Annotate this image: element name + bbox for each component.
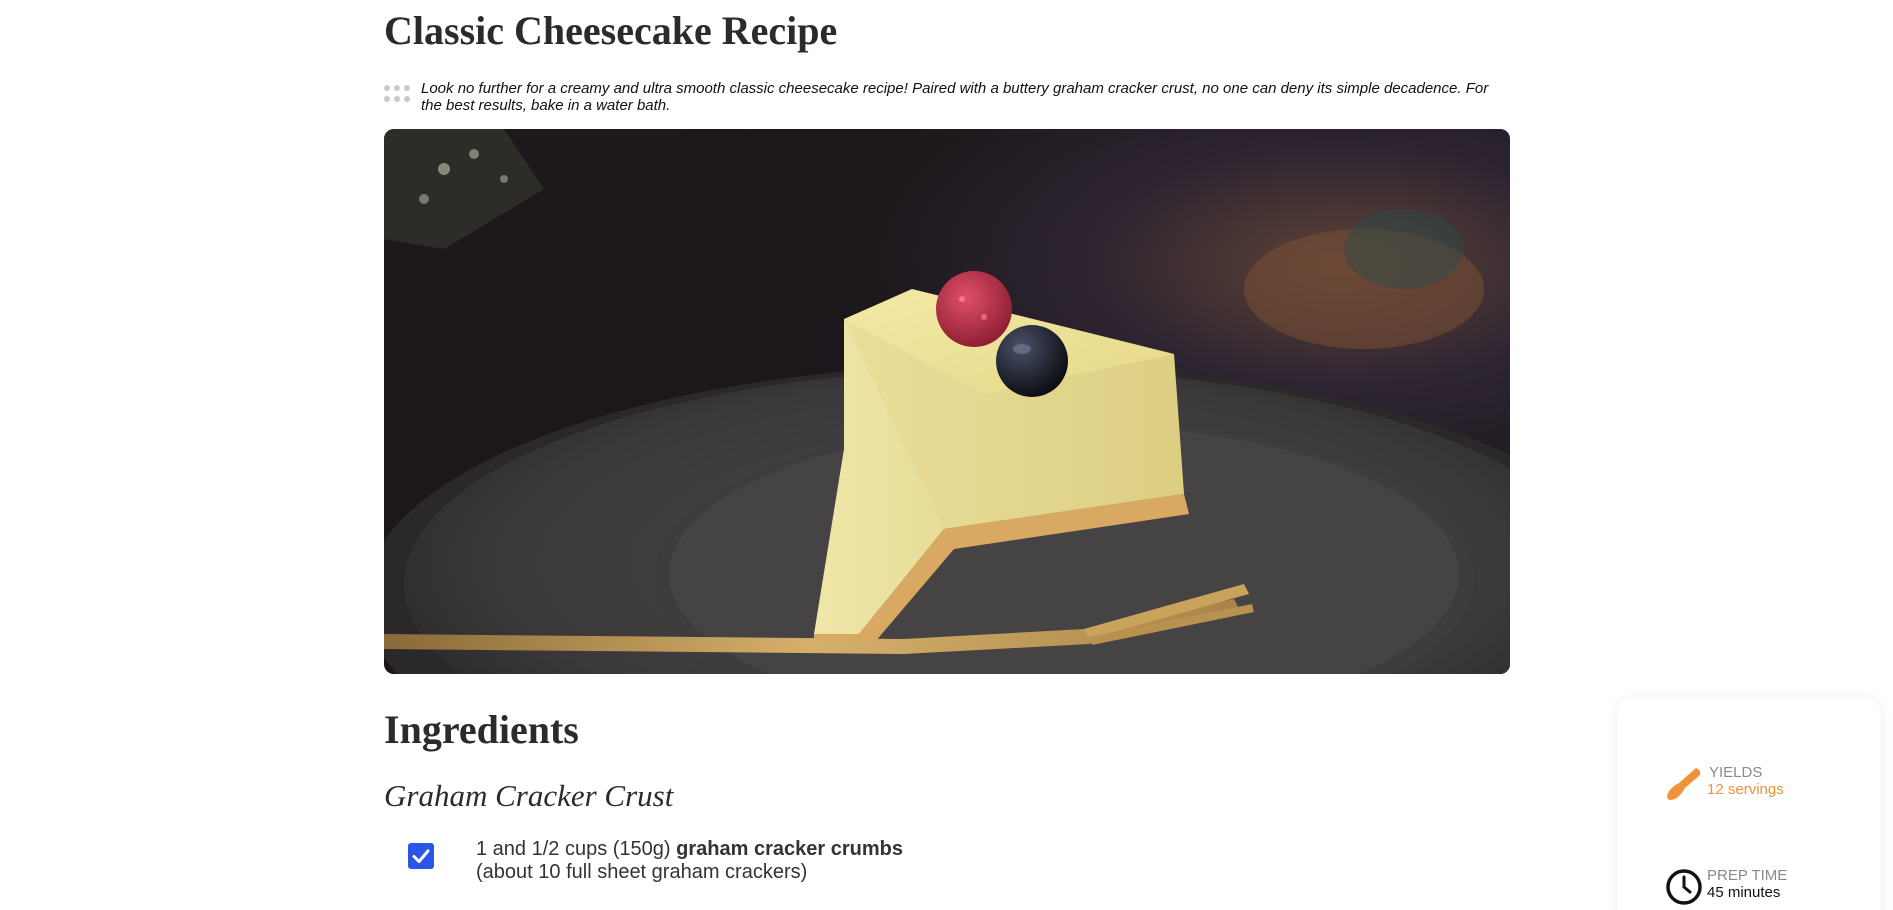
whisk-icon xyxy=(1667,768,1701,800)
prep-time-value: 45 minutes xyxy=(1707,884,1781,901)
recipe-description: Look no further for a creamy and ultra s… xyxy=(421,80,1489,114)
ingredient-amount: 1 and 1/2 cups (150g) xyxy=(476,838,671,860)
drag-handle-icon[interactable] xyxy=(384,85,412,103)
yields-value: 12 servings xyxy=(1707,781,1784,798)
ingredient-name: graham cracker crumbs xyxy=(676,838,903,860)
recipe-page: Classic Cheesecake Recipe Look no furthe… xyxy=(0,0,1893,910)
ingredient-note: (about 10 full sheet graham crackers) xyxy=(476,861,808,883)
recipe-info-card: YIELDS 12 servings PREP TIME 45 minutes xyxy=(1617,697,1881,910)
clock-icon xyxy=(1666,869,1702,905)
ingredient-text: 1 and 1/2 cups (150g) graham cracker cru… xyxy=(476,838,1156,884)
check-icon xyxy=(412,849,430,863)
ingredient-section-title: Graham Cracker Crust xyxy=(384,778,674,813)
prep-time-label: PREP TIME xyxy=(1707,867,1788,884)
cheesecake-photo xyxy=(384,129,1510,674)
ingredient-checkbox[interactable] xyxy=(408,843,434,869)
ingredients-heading: Ingredients xyxy=(384,707,579,752)
page-title: Classic Cheesecake Recipe xyxy=(384,8,838,53)
yields-label: YIELDS xyxy=(1709,764,1763,781)
